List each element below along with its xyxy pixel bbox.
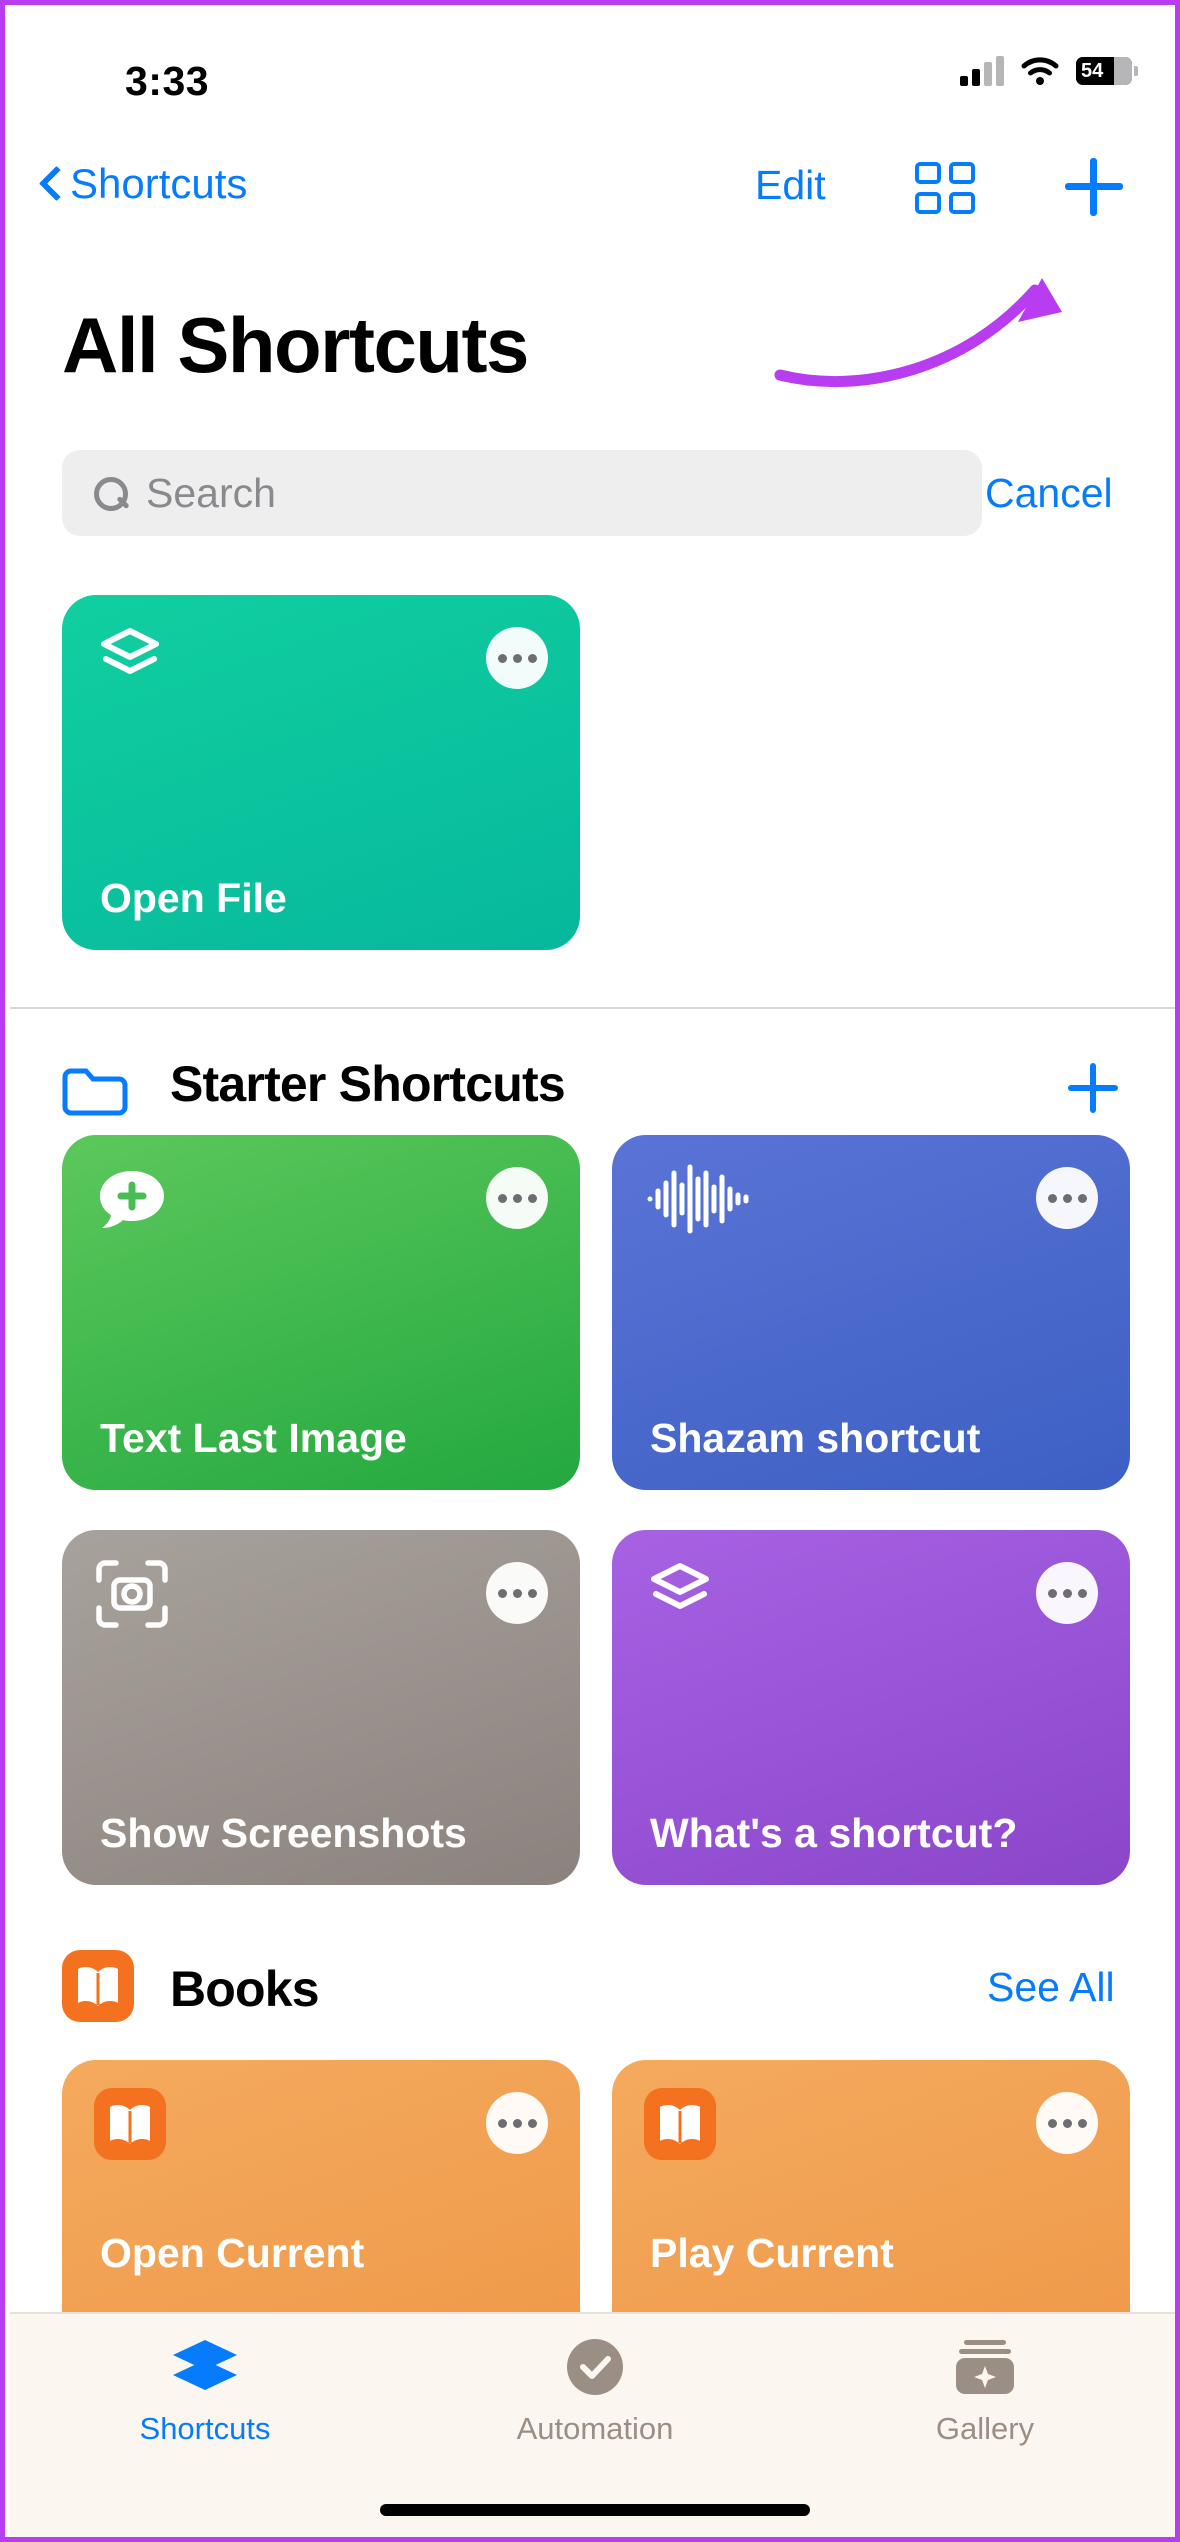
shortcut-card-title: Shazam shortcut xyxy=(650,1414,981,1461)
shortcut-card-title: Show Screenshots xyxy=(100,1809,467,1856)
ellipsis-icon[interactable] xyxy=(486,1562,548,1624)
shortcut-card-title: What's a shortcut? xyxy=(650,1809,1018,1856)
screenshot-frame-icon xyxy=(94,1558,168,1630)
shortcut-card-whats-a-shortcut[interactable]: What's a shortcut? xyxy=(612,1530,1130,1885)
books-app-icon xyxy=(94,2088,166,2160)
books-app-icon xyxy=(62,1950,134,2027)
battery-percent: 54 xyxy=(1081,60,1104,82)
cellular-signal-icon xyxy=(960,56,1004,86)
wifi-icon xyxy=(1020,56,1060,86)
gallery-sparkle-icon xyxy=(952,2340,1018,2402)
shortcut-card-show-screenshots[interactable]: Show Screenshots xyxy=(62,1530,580,1885)
shortcuts-stack-icon xyxy=(94,623,166,695)
battery-icon: 54 xyxy=(1076,57,1138,85)
shortcut-card-text-last-image[interactable]: Text Last Image xyxy=(62,1135,580,1490)
status-bar: 3:33 54 xyxy=(10,10,1175,130)
section-divider xyxy=(10,1007,1175,1009)
shortcut-card-title: Open File xyxy=(100,874,287,921)
grid-view-icon[interactable] xyxy=(915,160,979,218)
chevron-left-icon xyxy=(40,167,60,201)
page-title: All Shortcuts xyxy=(62,301,529,389)
folder-icon xyxy=(62,1065,128,1122)
shortcut-card-title: Play Current xyxy=(650,2229,894,2276)
phone-screenshot-frame: 3:33 54 Shortcuts Edit All Shortcuts Sea… xyxy=(0,0,1180,2542)
section-title: Books xyxy=(170,1961,320,2017)
shortcut-card-title: Text Last Image xyxy=(100,1414,407,1461)
annotation-arrow xyxy=(770,250,1110,415)
edit-button[interactable]: Edit xyxy=(755,162,826,209)
waveform-icon xyxy=(644,1163,764,1235)
status-bar-time: 3:33 xyxy=(125,58,210,104)
section-header-starter-shortcuts: Starter Shortcuts xyxy=(10,1055,1175,1125)
shortcuts-stack-icon xyxy=(644,1558,716,1630)
tab-label: Automation xyxy=(516,2411,674,2446)
tab-gallery[interactable]: Gallery xyxy=(790,2336,1175,2447)
message-plus-icon xyxy=(94,1163,166,1235)
screen: 3:33 54 Shortcuts Edit All Shortcuts Sea… xyxy=(10,10,1175,2537)
ellipsis-icon[interactable] xyxy=(486,2092,548,2154)
ellipsis-icon[interactable] xyxy=(1036,1562,1098,1624)
search-icon xyxy=(92,475,128,511)
section-title: Starter Shortcuts xyxy=(170,1056,566,1112)
plus-icon[interactable] xyxy=(1065,158,1123,216)
search-placeholder: Search xyxy=(146,469,276,516)
tab-label: Gallery xyxy=(935,2411,1035,2446)
ellipsis-icon[interactable] xyxy=(1036,2092,1098,2154)
tab-automation[interactable]: Automation xyxy=(400,2336,790,2447)
shortcut-card-title: Open Current xyxy=(100,2229,365,2276)
automation-check-icon xyxy=(564,2339,626,2402)
ellipsis-icon[interactable] xyxy=(1036,1167,1098,1229)
home-indicator xyxy=(380,2504,810,2516)
navigation-bar: Shortcuts Edit xyxy=(10,158,1175,260)
shortcut-card-shazam-shortcut[interactable]: Shazam shortcut xyxy=(612,1135,1130,1490)
tab-shortcuts[interactable]: Shortcuts xyxy=(10,2336,400,2447)
status-bar-indicators: 54 xyxy=(960,56,1138,86)
back-button-label: Shortcuts xyxy=(70,160,248,207)
shortcuts-stack-icon xyxy=(167,2340,243,2402)
cancel-button[interactable]: Cancel xyxy=(985,470,1113,517)
tab-bar: Shortcuts Automation Gallery xyxy=(10,2312,1175,2537)
shortcut-card-open-file[interactable]: Open File xyxy=(62,595,580,950)
back-button[interactable]: Shortcuts xyxy=(40,160,247,208)
ellipsis-icon[interactable] xyxy=(486,627,548,689)
tab-label: Shortcuts xyxy=(139,2411,271,2446)
ellipsis-icon[interactable] xyxy=(486,1167,548,1229)
section-header-books: Books See All xyxy=(10,1950,1175,2022)
search-row: Search Cancel xyxy=(10,450,1175,550)
books-app-icon xyxy=(644,2088,716,2160)
see-all-button[interactable]: See All xyxy=(987,1964,1115,2011)
search-input[interactable]: Search xyxy=(62,450,982,536)
section-add-button[interactable] xyxy=(1068,1063,1118,1113)
